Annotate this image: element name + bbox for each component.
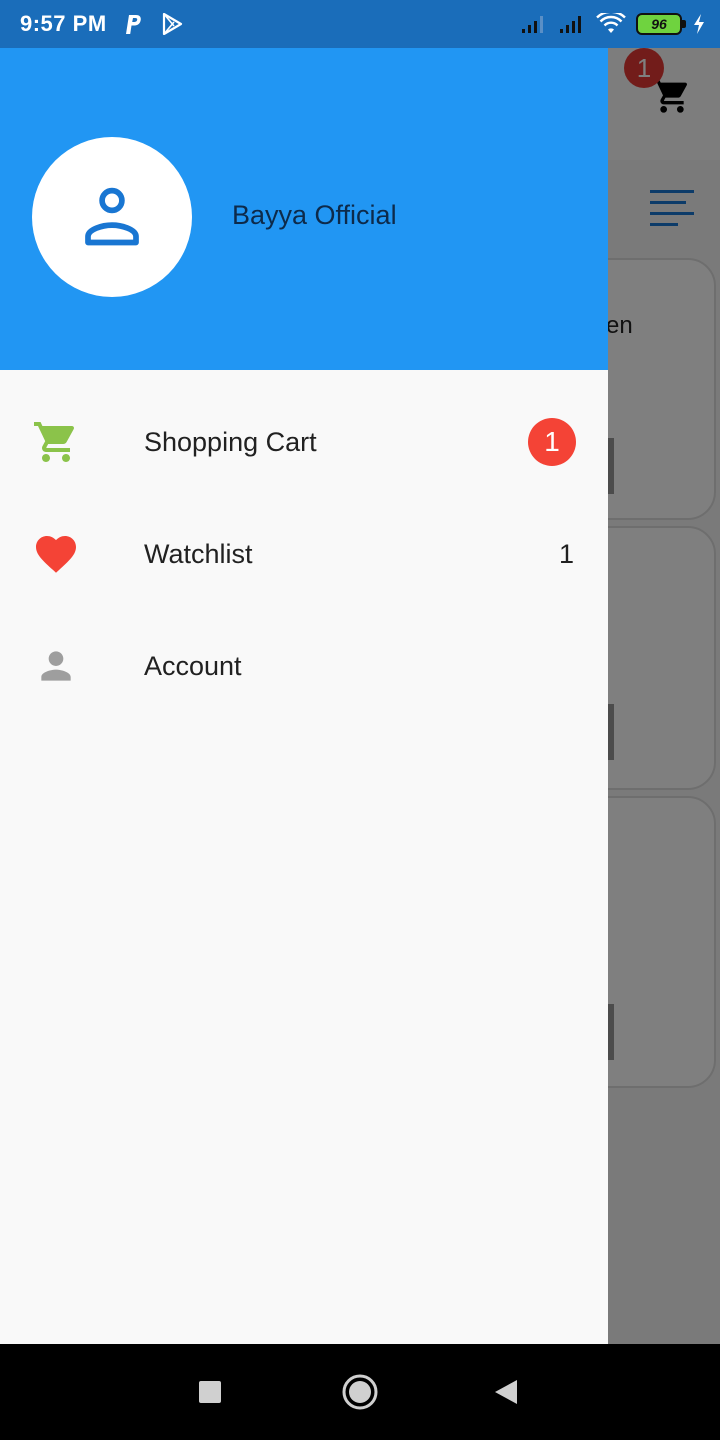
play-store-icon (162, 13, 182, 35)
paypal-icon (125, 15, 141, 34)
navigation-drawer: Bayya Official Shopping Cart 1 Watchlist… (0, 0, 608, 1344)
battery-icon: 96 (636, 13, 686, 35)
circle-icon (342, 1374, 378, 1410)
drawer-item-shopping-cart[interactable]: Shopping Cart 1 (0, 386, 608, 498)
recents-button[interactable] (186, 1368, 234, 1416)
drawer-item-label: Account (144, 650, 242, 681)
battery-level: 96 (651, 16, 667, 32)
status-bar: 9:57 PM 96 (0, 0, 720, 48)
status-time: 9:57 PM (20, 11, 107, 36)
heart-icon (32, 530, 80, 578)
system-nav-bar (0, 1344, 720, 1440)
shopping-cart-icon (32, 418, 80, 466)
drawer-item-account[interactable]: Account (0, 610, 608, 722)
user-name: Bayya Official (232, 200, 397, 230)
home-button[interactable] (336, 1368, 384, 1416)
square-icon (199, 1381, 221, 1403)
drawer-item-label: Watchlist (144, 538, 253, 569)
drawer-item-label: Shopping Cart (144, 426, 317, 457)
drawer-header: Bayya Official (0, 0, 608, 370)
triangle-back-icon (495, 1380, 517, 1404)
watchlist-count: 1 (558, 538, 574, 569)
charging-icon (694, 14, 704, 34)
wifi-icon (596, 13, 626, 33)
avatar[interactable] (32, 137, 192, 297)
account-outline-icon (85, 187, 139, 246)
signal-icon (522, 16, 543, 33)
back-button[interactable] (482, 1368, 530, 1416)
person-icon (32, 642, 80, 690)
signal-icon (560, 16, 581, 33)
drawer-item-watchlist[interactable]: Watchlist 1 (0, 498, 608, 610)
cart-count-badge: 1 (528, 418, 576, 466)
